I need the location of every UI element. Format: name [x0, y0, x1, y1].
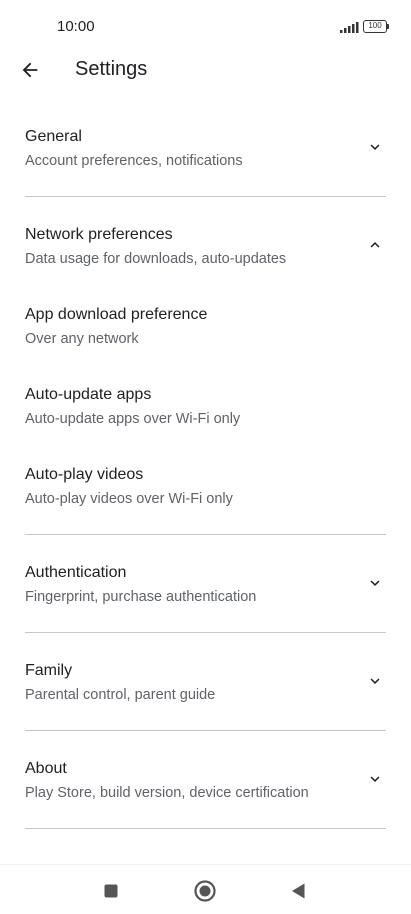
section-title: General: [25, 128, 82, 145]
section-subtitle: Data usage for downloads, auto-updates: [25, 251, 287, 267]
section-general[interactable]: General Account preferences, notificatio…: [0, 120, 411, 190]
app-bar: Settings: [0, 52, 411, 88]
divider: [25, 632, 386, 633]
system-nav-bar: [0, 864, 411, 914]
divider: [25, 828, 386, 829]
setting-auto-update-apps[interactable]: Auto-update apps Auto-update apps over W…: [0, 378, 411, 448]
chevron-up-icon: [363, 233, 387, 257]
setting-auto-play-videos[interactable]: Auto-play videos Auto-play videos over W…: [0, 458, 411, 528]
setting-app-download-preference[interactable]: App download preference Over any network: [0, 298, 411, 368]
section-title: About: [25, 760, 67, 777]
recents-button[interactable]: [97, 877, 125, 905]
setting-subtitle: Auto-play videos over Wi-Fi only: [25, 491, 233, 507]
setting-subtitle: Over any network: [25, 331, 139, 347]
arrow-left-icon: [22, 62, 38, 78]
status-bar: 10:00 100: [0, 0, 411, 52]
page-title: Settings: [75, 58, 148, 80]
section-authentication[interactable]: Authentication Fingerprint, purchase aut…: [0, 556, 411, 626]
section-family[interactable]: Family Parental control, parent guide: [0, 654, 411, 724]
nav-back-button[interactable]: [284, 877, 312, 905]
divider: [25, 730, 386, 731]
setting-title: Auto-play videos: [25, 466, 144, 483]
divider: [25, 534, 386, 535]
circle-icon: [194, 880, 216, 902]
section-subtitle: Account preferences, notifications: [25, 153, 243, 169]
section-subtitle: Play Store, build version, device certif…: [25, 785, 309, 801]
section-title: Authentication: [25, 564, 127, 581]
home-button[interactable]: [191, 877, 219, 905]
divider: [25, 196, 386, 197]
chevron-down-icon: [363, 135, 387, 159]
section-network-preferences[interactable]: Network preferences Data usage for downl…: [0, 218, 411, 288]
status-time: 10:00: [57, 18, 95, 35]
setting-subtitle: Auto-update apps over Wi-Fi only: [25, 411, 241, 427]
signal-icon: [340, 22, 359, 33]
battery-icon: 100: [363, 20, 391, 33]
section-subtitle: Parental control, parent guide: [25, 687, 216, 703]
chevron-down-icon: [363, 767, 387, 791]
square-icon: [104, 884, 118, 898]
section-subtitle: Fingerprint, purchase authentication: [25, 589, 257, 605]
setting-title: Auto-update apps: [25, 386, 152, 403]
battery-level: 100: [363, 20, 387, 33]
section-about[interactable]: About Play Store, build version, device …: [0, 752, 411, 822]
section-title: Network preferences: [25, 226, 173, 243]
chevron-down-icon: [363, 571, 387, 595]
triangle-back-icon: [292, 883, 305, 899]
chevron-down-icon: [363, 669, 387, 693]
setting-title: App download preference: [25, 306, 208, 323]
back-button[interactable]: [14, 54, 46, 86]
section-title: Family: [25, 662, 73, 679]
